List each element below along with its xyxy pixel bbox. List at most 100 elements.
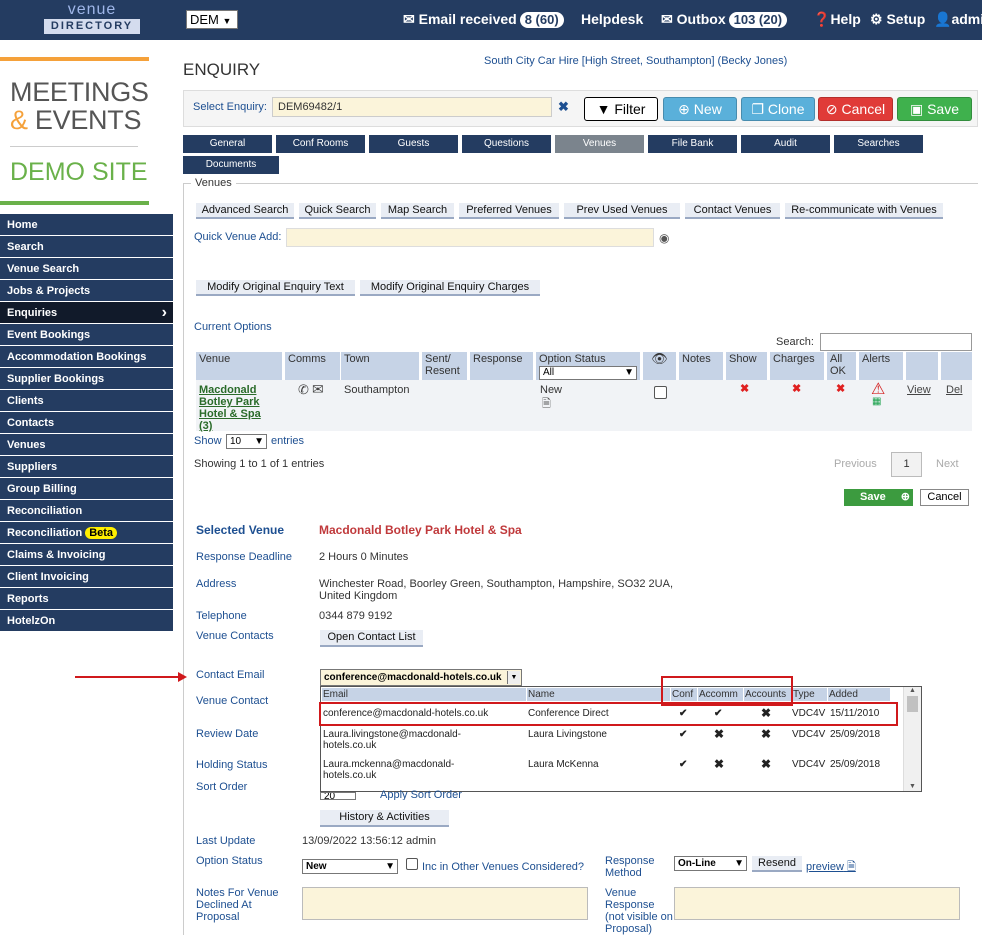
select-enquiry-input[interactable]: DEM69482/1 (272, 97, 552, 117)
recommunicate-venues-button[interactable]: Re-communicate with Venues (785, 203, 943, 219)
page-1-button[interactable]: 1 (891, 452, 922, 477)
save-button[interactable]: ▣ Save (897, 97, 972, 121)
sidebar-item-hotelzon[interactable]: HotelzOn (0, 610, 173, 632)
option-status-filter[interactable]: All ▼ (539, 366, 637, 380)
scroll-down-icon[interactable]: ▼ (904, 783, 921, 790)
tab-file-bank[interactable]: File Bank (648, 135, 737, 153)
sidebar-item-home[interactable]: Home (0, 214, 173, 236)
site-select[interactable]: DEM ▼ (186, 10, 238, 29)
col-alerts[interactable]: Alerts (859, 352, 903, 380)
sidebar-item-search[interactable]: Search (0, 236, 173, 258)
cancel-button[interactable]: ⊘ Cancel (818, 97, 893, 121)
resend-button[interactable]: Resend (752, 856, 802, 872)
col-town[interactable]: Town (341, 352, 419, 380)
modify-enquiry-text-button[interactable]: Modify Original Enquiry Text (196, 280, 355, 296)
sidebar-item-jobs-projects[interactable]: Jobs & Projects (0, 280, 173, 302)
eye-icon[interactable]: 👁 (643, 352, 676, 380)
quick-search-button[interactable]: Quick Search (299, 203, 376, 219)
history-activities-button[interactable]: History & Activities (320, 810, 449, 827)
map-search-button[interactable]: Map Search (381, 203, 454, 219)
sort-order-select[interactable]: 20 (320, 792, 356, 800)
sidebar-item-client-invoicing[interactable]: Client Invoicing (0, 566, 173, 588)
sidebar-item-clients[interactable]: Clients (0, 390, 173, 412)
col-venue[interactable]: Venue (196, 352, 282, 380)
option-status-select[interactable]: New ▼ (302, 859, 398, 874)
dd-name[interactable]: Laura Livingstone (528, 729, 607, 740)
spreadsheet-icon[interactable]: ▦ (872, 396, 881, 407)
sidebar-item-supplier-bookings[interactable]: Supplier Bookings (0, 368, 173, 390)
sidebar-item-reconciliation-beta[interactable]: Reconciliation Beta (0, 522, 173, 544)
scrollbar[interactable]: ▲ ▼ (903, 687, 921, 791)
sidebar-item-group-billing[interactable]: Group Billing (0, 478, 173, 500)
sidebar-item-venue-search[interactable]: Venue Search (0, 258, 173, 280)
sidebar-item-suppliers[interactable]: Suppliers (0, 456, 173, 478)
setup-link[interactable]: ⚙ Setup (870, 10, 925, 29)
col-all-ok[interactable]: All OK (827, 352, 856, 380)
user-menu[interactable]: 👤admin (934, 10, 982, 29)
sidebar-item-enquiries[interactable]: Enquiries › (0, 302, 173, 324)
tab-guests[interactable]: Guests (369, 135, 458, 153)
del-link[interactable]: Del (946, 384, 963, 396)
sidebar-item-contacts[interactable]: Contacts (0, 412, 173, 434)
col-show[interactable]: Show (726, 352, 767, 380)
contact-venues-button[interactable]: Contact Venues (685, 203, 780, 219)
venue-directory-logo[interactable]: venue DIRECTORY (44, 2, 140, 36)
tab-searches[interactable]: Searches (834, 135, 923, 153)
modify-enquiry-charges-button[interactable]: Modify Original Enquiry Charges (360, 280, 540, 296)
clear-icon[interactable]: ✖ (558, 99, 569, 115)
apply-sort-order-link[interactable]: Apply Sort Order (380, 790, 462, 800)
tab-audit[interactable]: Audit (741, 135, 830, 153)
dd-email[interactable]: Laura.livingstone@macdonald-hotels.co.uk (323, 729, 488, 751)
response-method-select[interactable]: On-Line ▼ (674, 856, 747, 871)
filter-button[interactable]: ▼ Filter (584, 97, 658, 121)
col-comms[interactable]: Comms (285, 352, 340, 380)
row-checkbox[interactable] (654, 386, 667, 399)
sidebar-item-reconciliation[interactable]: Reconciliation (0, 500, 173, 522)
entries-select[interactable]: 10 ▼ (226, 434, 267, 449)
previous-page-button[interactable]: Previous (834, 458, 877, 470)
notes-declined-textarea[interactable] (302, 887, 588, 920)
view-link[interactable]: View (907, 384, 931, 396)
tab-documents[interactable]: Documents (183, 156, 279, 174)
phone-icon[interactable]: ✆ (298, 382, 309, 398)
tab-venues[interactable]: Venues (555, 135, 644, 153)
new-button[interactable]: ⊕ New (663, 97, 737, 121)
col-response[interactable]: Response (470, 352, 533, 380)
sidebar-item-event-bookings[interactable]: Event Bookings (0, 324, 173, 346)
outbox-link[interactable]: ✉ Outbox 103 (20) (661, 10, 788, 29)
tab-general[interactable]: General (183, 135, 272, 153)
sidebar-item-claims-invoicing[interactable]: Claims & Invoicing (0, 544, 173, 566)
tab-conf-rooms[interactable]: Conf Rooms (276, 135, 365, 153)
clone-button[interactable]: ❐ Clone (741, 97, 815, 121)
dd-email[interactable]: Laura.mckenna@macdonald-hotels.co.uk (323, 759, 488, 781)
preview-link[interactable]: preview 🗎 (806, 858, 856, 877)
globe-icon[interactable]: ◉ (659, 231, 669, 245)
contact-email-select[interactable]: conference@macdonald-hotels.co.uk ▼ (320, 669, 522, 686)
col-notes[interactable]: Notes (679, 352, 723, 380)
sidebar-item-venues[interactable]: Venues (0, 434, 173, 456)
quick-venue-add-input[interactable] (286, 228, 654, 247)
next-page-button[interactable]: Next (936, 458, 959, 470)
venue-response-textarea[interactable] (674, 887, 960, 920)
sidebar-item-accommodation-bookings[interactable]: Accommodation Bookings (0, 346, 173, 368)
open-contact-list-button[interactable]: Open Contact List (320, 630, 423, 647)
dd-name[interactable]: Laura McKenna (528, 759, 599, 770)
col-charges[interactable]: Charges (770, 352, 824, 380)
col-sent-resent[interactable]: Sent/ Resent (422, 352, 467, 380)
advanced-search-button[interactable]: Advanced Search (196, 203, 294, 219)
help-link[interactable]: ❓Help (813, 10, 861, 29)
cancel-options-button[interactable]: Cancel (920, 489, 969, 506)
envelope-icon[interactable]: ✉ (312, 381, 324, 398)
scroll-thumb[interactable] (907, 696, 918, 712)
venue-link[interactable]: Macdonald Botley Park Hotel & Spa (3) (199, 384, 269, 432)
sidebar-item-reports[interactable]: Reports (0, 588, 173, 610)
document-icon[interactable]: 🗎 (542, 395, 551, 414)
table-search-input[interactable] (820, 333, 972, 351)
preferred-venues-button[interactable]: Preferred Venues (459, 203, 559, 219)
inc-other-venues-checkbox[interactable] (406, 858, 418, 870)
tab-questions[interactable]: Questions (462, 135, 551, 153)
scroll-up-icon[interactable]: ▲ (904, 687, 921, 694)
prev-used-venues-button[interactable]: Prev Used Venues (564, 203, 680, 219)
email-received-link[interactable]: ✉ Email received 8 (60) (403, 10, 564, 29)
save-options-button[interactable]: Save ⊕ (844, 489, 913, 506)
